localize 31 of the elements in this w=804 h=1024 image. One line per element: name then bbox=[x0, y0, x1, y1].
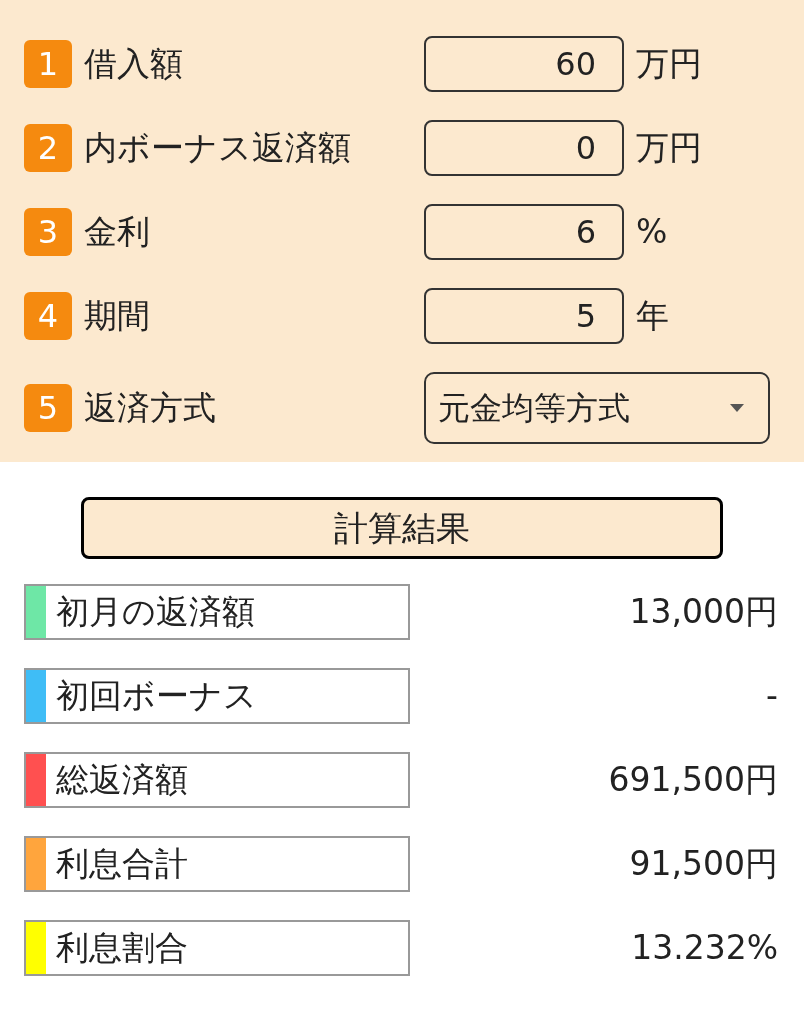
field-label: 金利 bbox=[84, 211, 151, 254]
number-badge: 3 bbox=[24, 208, 72, 256]
input-field[interactable]: 6 bbox=[424, 204, 624, 260]
result-label: 利息割合 bbox=[56, 927, 188, 970]
result-value: - bbox=[766, 675, 778, 718]
field-label: 内ボーナス返済額 bbox=[84, 127, 352, 170]
result-label: 利息合計 bbox=[56, 843, 188, 886]
dropdown[interactable]: 元金均等方式 bbox=[424, 372, 770, 444]
unit-label: 年 bbox=[636, 295, 669, 338]
number-badge: 5 bbox=[24, 384, 72, 432]
result-label: 初月の返済額 bbox=[56, 591, 255, 634]
input-field[interactable]: 5 bbox=[424, 288, 624, 344]
input-field[interactable]: 60 bbox=[424, 36, 624, 92]
field-label: 返済方式 bbox=[84, 387, 217, 430]
number-badge: 2 bbox=[24, 124, 72, 172]
result-value: 13.232% bbox=[631, 927, 778, 970]
number-badge: 1 bbox=[24, 40, 72, 88]
calculate-button[interactable]: 計算結果 bbox=[81, 497, 723, 559]
field-label: 借入額 bbox=[84, 43, 184, 86]
field-label: 期間 bbox=[84, 295, 151, 338]
unit-label: 万円 bbox=[636, 43, 702, 86]
input-field[interactable]: 0 bbox=[424, 120, 624, 176]
result-value: 691,500円 bbox=[608, 759, 778, 802]
result-value: 13,000円 bbox=[629, 591, 778, 634]
caret-icon bbox=[730, 404, 744, 412]
result-value: 91,500円 bbox=[629, 843, 778, 886]
unit-label: 万円 bbox=[636, 127, 702, 170]
result-label: 初回ボーナス bbox=[56, 675, 257, 718]
number-badge: 4 bbox=[24, 292, 72, 340]
unit-label: % bbox=[636, 211, 668, 254]
result-label: 総返済額 bbox=[56, 759, 188, 802]
